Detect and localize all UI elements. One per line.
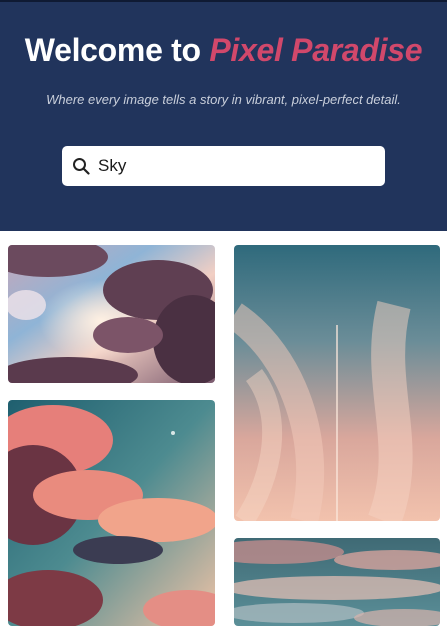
search-input[interactable]	[98, 151, 368, 181]
title-prefix: Welcome to	[24, 32, 201, 68]
gallery-image[interactable]	[8, 400, 215, 626]
search-bar[interactable]	[62, 146, 385, 186]
page-subtitle: Where every image tells a story in vibra…	[46, 92, 401, 107]
page-title: Welcome to Pixel Paradise	[0, 32, 447, 69]
hero-header: Welcome to Pixel Paradise Where every im…	[0, 2, 447, 231]
gallery-image[interactable]	[234, 245, 440, 521]
gallery-image[interactable]	[234, 538, 440, 626]
search-icon	[73, 158, 90, 175]
brand-name: Pixel Paradise	[209, 32, 423, 68]
gallery-image[interactable]	[8, 245, 215, 383]
